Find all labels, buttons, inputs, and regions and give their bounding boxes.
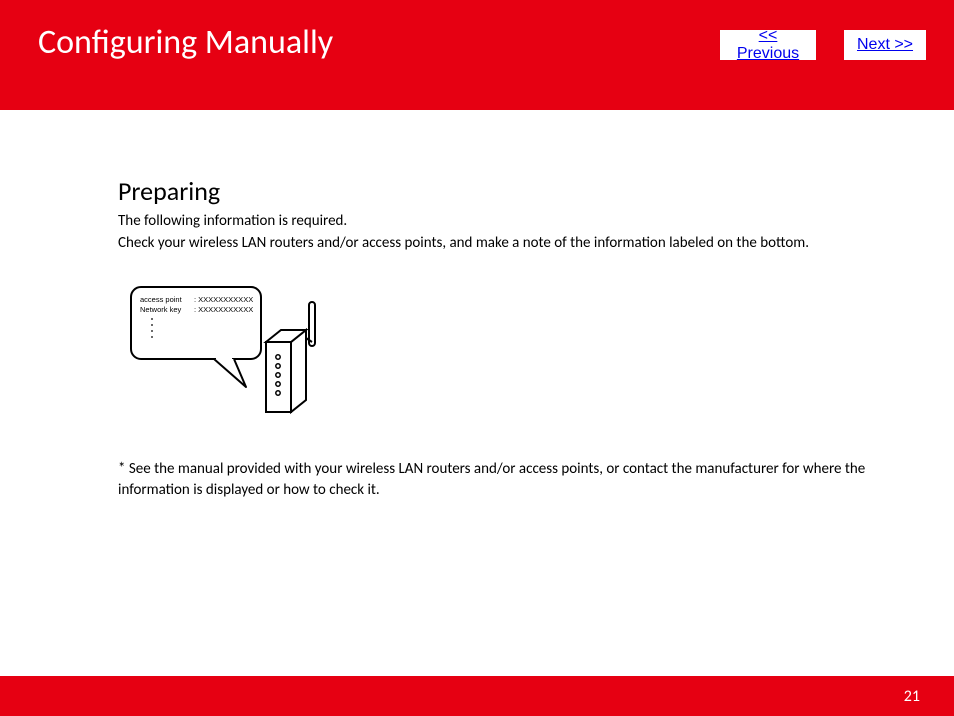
- page-number: 21: [904, 687, 920, 706]
- intro-line-2: Check your wireless LAN routers and/or a…: [118, 233, 878, 253]
- footer-bar: 21: [0, 676, 954, 716]
- previous-button[interactable]: << Previous: [720, 30, 816, 60]
- document-page: Configuring Manually << Previous Next >>…: [0, 0, 954, 716]
- page-title: Configuring Manually: [38, 22, 333, 63]
- svg-text:: XXXXXXXXXXX: : XXXXXXXXXXX: [194, 305, 253, 314]
- router-diagram-icon: access point : XXXXXXXXXXX Network key :…: [126, 282, 336, 432]
- section-heading: Preparing: [118, 175, 878, 207]
- intro-line-1: The following information is required.: [118, 211, 878, 231]
- label-access-point: access point: [140, 295, 183, 304]
- footnote: * See the manual provided with your wire…: [118, 459, 878, 501]
- content-area: Preparing The following information is r…: [118, 175, 878, 516]
- svg-text:: XXXXXXXXXXX: : XXXXXXXXXXX: [194, 295, 253, 304]
- label-network-key: Network key: [140, 305, 182, 314]
- router-illustration: access point : XXXXXXXXXXX Network key :…: [126, 282, 878, 437]
- next-button[interactable]: Next >>: [844, 30, 926, 60]
- header-bar: Configuring Manually << Previous Next >>: [0, 0, 954, 110]
